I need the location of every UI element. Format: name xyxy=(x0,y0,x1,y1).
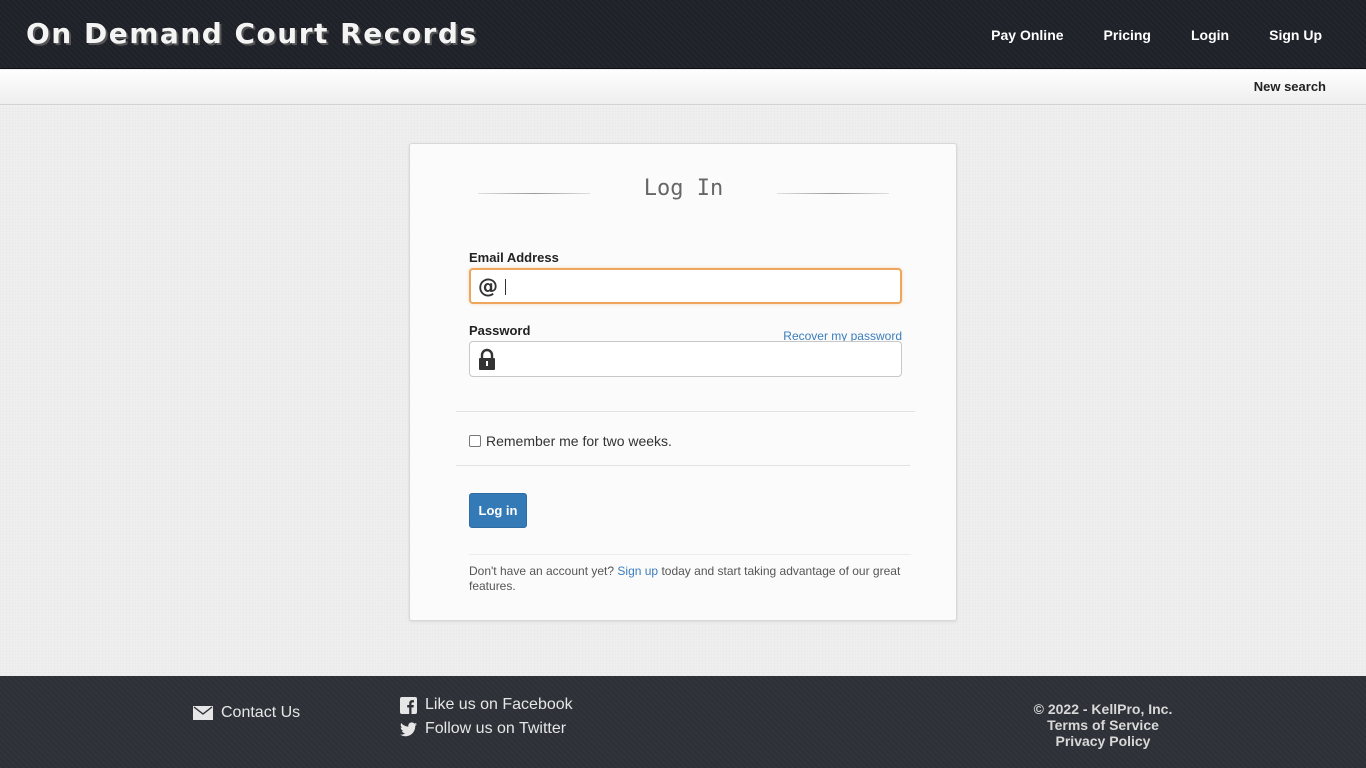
signup-prefix: Don't have an account yet? xyxy=(469,564,615,578)
new-search-link[interactable]: New search xyxy=(1254,79,1326,94)
nav-login[interactable]: Login xyxy=(1171,27,1249,43)
contact-us-label: Contact Us xyxy=(221,704,301,721)
text-caret xyxy=(505,279,506,295)
password-label: Password xyxy=(469,323,531,338)
signup-divider xyxy=(469,554,911,555)
remember-me-checkbox[interactable]: Remember me for two weeks. xyxy=(469,433,672,449)
page-title: Log In xyxy=(643,176,724,201)
facebook-icon xyxy=(400,696,417,714)
privacy-policy-link[interactable]: Privacy Policy xyxy=(1003,733,1203,749)
twitter-icon xyxy=(400,721,417,736)
login-button[interactable]: Log in xyxy=(469,493,527,528)
footer-legal: © 2022 - KellPro, Inc. Terms of Service … xyxy=(1003,701,1203,749)
twitter-link[interactable]: Follow us on Twitter xyxy=(400,720,566,738)
envelope-icon xyxy=(193,706,213,720)
svg-text:@: @ xyxy=(478,275,497,297)
email-field[interactable]: @ xyxy=(469,268,902,304)
password-input[interactable] xyxy=(502,342,892,376)
copyright-text: © 2022 - KellPro, Inc. xyxy=(1033,701,1173,717)
main-content: Log In Email Address @ Password Recover … xyxy=(0,106,1366,676)
facebook-link[interactable]: Like us on Facebook xyxy=(400,696,573,714)
top-navbar: On Demand Court Records Pay Online Prici… xyxy=(0,0,1366,69)
checkbox-box[interactable] xyxy=(469,435,481,447)
signup-prompt: Don't have an account yet? Sign up today… xyxy=(469,564,909,594)
form-divider-top xyxy=(456,411,915,412)
at-icon: @ xyxy=(477,274,498,298)
terms-of-service-link[interactable]: Terms of Service xyxy=(1003,717,1203,733)
nav-sign-up[interactable]: Sign Up xyxy=(1249,27,1366,43)
remember-me-label: Remember me for two weeks. xyxy=(486,433,672,449)
email-label: Email Address xyxy=(469,250,559,265)
sub-navbar: New search xyxy=(0,70,1366,105)
signup-link[interactable]: Sign up xyxy=(617,564,658,578)
facebook-label: Like us on Facebook xyxy=(425,696,573,713)
lock-icon xyxy=(477,348,497,370)
footer: Contact Us Like us on Facebook Follow us… xyxy=(0,676,1366,768)
title-divider-right xyxy=(777,193,889,194)
site-logo[interactable]: On Demand Court Records xyxy=(26,17,478,50)
login-card: Log In Email Address @ Password Recover … xyxy=(409,143,957,621)
card-header: Log In xyxy=(478,176,889,206)
password-field[interactable] xyxy=(469,341,902,377)
contact-us-link[interactable]: Contact Us xyxy=(193,704,300,722)
email-input[interactable] xyxy=(503,270,893,302)
nav-pay-online[interactable]: Pay Online xyxy=(971,27,1083,43)
form-divider-bottom xyxy=(456,465,910,466)
main-nav: Pay Online Pricing Login Sign Up xyxy=(971,0,1366,69)
nav-pricing[interactable]: Pricing xyxy=(1084,27,1171,43)
twitter-label: Follow us on Twitter xyxy=(425,720,567,737)
